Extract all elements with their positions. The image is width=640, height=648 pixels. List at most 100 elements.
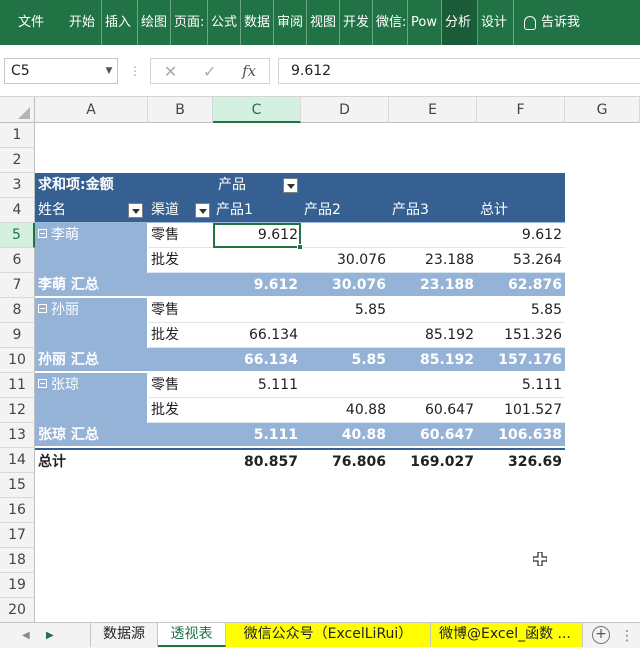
column-header-c[interactable]: C (213, 97, 301, 123)
sheet-tab-pivot[interactable]: 透视表 (158, 623, 226, 647)
row-header[interactable]: 10 (0, 348, 35, 373)
pivot-row-field-channel[interactable]: 渠道 (148, 198, 213, 223)
add-sheet-button[interactable]: + (592, 626, 610, 644)
pivot-subtotal-cell[interactable]: 62.876 (477, 273, 565, 298)
pivot-subtotal-cell[interactable]: 157.176 (477, 348, 565, 373)
pivot-row-total-cell[interactable]: 53.264 (477, 248, 565, 273)
pivot-value-cell[interactable] (301, 373, 389, 398)
row-header[interactable]: 5 (0, 223, 35, 248)
row-header[interactable]: 19 (0, 573, 35, 598)
pivot-grand-total-cell[interactable]: 169.027 (389, 448, 477, 473)
row-header[interactable]: 7 (0, 273, 35, 298)
row-header[interactable]: 9 (0, 323, 35, 348)
filter-dropdown-icon[interactable] (128, 203, 143, 218)
pivot-channel-cell[interactable]: 批发 (148, 323, 213, 348)
pivot-subtotal-cell[interactable]: 30.076 (301, 273, 389, 298)
collapse-icon[interactable] (38, 229, 47, 238)
pivot-row-total-cell[interactable]: 9.612 (477, 223, 565, 248)
tab-power[interactable]: Pow (408, 0, 443, 45)
pivot-subtotal-cell[interactable]: 85.192 (389, 348, 477, 373)
pivot-value-cell[interactable] (301, 223, 389, 248)
pivot-values-label[interactable]: 求和项:金额 (35, 173, 213, 198)
tab-analyze[interactable]: 分析 (442, 0, 479, 45)
column-header-g[interactable]: G (565, 97, 640, 123)
pivot-subtotal-label[interactable]: 李萌 汇总 (35, 273, 213, 298)
tab-review[interactable]: 审阅 (274, 0, 308, 45)
fill-handle[interactable] (297, 244, 303, 250)
pivot-value-cell[interactable] (213, 298, 301, 323)
pivot-grand-total-cell[interactable]: 76.806 (301, 448, 389, 473)
pivot-subtotal-cell[interactable]: 60.647 (389, 423, 477, 448)
collapse-icon[interactable] (38, 304, 47, 313)
column-header-b[interactable]: B (148, 97, 213, 123)
sheet-tab-data-source[interactable]: 数据源 (90, 623, 158, 647)
pivot-value-cell[interactable] (213, 248, 301, 273)
pivot-value-cell[interactable]: 60.647 (389, 398, 477, 423)
row-header[interactable]: 20 (0, 598, 35, 623)
pivot-value-cell[interactable]: 23.188 (389, 248, 477, 273)
sheet-tab-weibo[interactable]: 微博@Excel_函数 ... (431, 623, 583, 647)
pivot-value-cell[interactable] (213, 398, 301, 423)
pivot-row-total-cell[interactable]: 5.85 (477, 298, 565, 323)
pivot-channel-cell[interactable]: 批发 (148, 398, 213, 423)
row-header[interactable]: 13 (0, 423, 35, 448)
more-options-icon[interactable]: ⋮ (620, 623, 634, 648)
pivot-subtotal-cell[interactable]: 9.612 (213, 273, 301, 298)
pivot-value-cell[interactable] (389, 373, 477, 398)
pivot-product-header[interactable]: 产品3 (389, 198, 477, 223)
pivot-value-cell[interactable]: 66.134 (213, 323, 301, 348)
pivot-grand-total-cell[interactable]: 326.69 (477, 448, 565, 473)
row-header[interactable]: 6 (0, 248, 35, 273)
pivot-row-field-name[interactable]: 姓名 (35, 198, 148, 223)
column-header-f[interactable]: F (477, 97, 565, 123)
pivot-product-header[interactable]: 产品2 (301, 198, 389, 223)
pivot-total-header[interactable]: 总计 (477, 198, 565, 223)
formula-input[interactable]: 9.612 (278, 58, 640, 84)
select-all-button[interactable] (0, 97, 35, 123)
row-header[interactable]: 15 (0, 473, 35, 498)
row-header[interactable]: 12 (0, 398, 35, 423)
pivot-value-cell[interactable]: 85.192 (389, 323, 477, 348)
pivot-subtotal-cell[interactable]: 106.638 (477, 423, 565, 448)
tab-page-layout[interactable]: 页面: (171, 0, 209, 45)
row-header[interactable]: 17 (0, 523, 35, 548)
filter-dropdown-icon[interactable] (283, 178, 298, 193)
column-header-a[interactable]: A (35, 97, 148, 123)
row-header[interactable]: 1 (0, 123, 35, 148)
tab-design[interactable]: 设计 (478, 0, 515, 45)
pivot-subtotal-cell[interactable]: 40.88 (301, 423, 389, 448)
tab-data[interactable]: 数据 (241, 0, 275, 45)
pivot-subtotal-cell[interactable]: 66.134 (213, 348, 301, 373)
column-header-d[interactable]: D (301, 97, 389, 123)
row-header[interactable]: 11 (0, 373, 35, 398)
pivot-channel-cell[interactable]: 零售 (148, 298, 213, 323)
row-header[interactable]: 8 (0, 298, 35, 323)
insert-function-icon[interactable]: fx (242, 62, 256, 80)
tab-insert[interactable]: 插入 (102, 0, 139, 45)
pivot-subtotal-label[interactable]: 孙丽 汇总 (35, 348, 213, 373)
enter-icon[interactable]: ✓ (203, 62, 216, 81)
tab-wechat[interactable]: 微信: (373, 0, 409, 45)
pivot-product-header[interactable]: 产品1 (213, 198, 301, 223)
pivot-subtotal-cell[interactable]: 23.188 (389, 273, 477, 298)
pivot-row-total-cell[interactable]: 5.111 (477, 373, 565, 398)
chevron-down-icon[interactable]: ▼ (101, 58, 117, 84)
pivot-grand-total-cell[interactable]: 80.857 (213, 448, 301, 473)
tab-file[interactable]: 文件 (0, 0, 66, 45)
pivot-value-cell[interactable] (389, 298, 477, 323)
drag-handle-icon[interactable]: ⋮ (129, 63, 141, 79)
pivot-value-cell[interactable]: 30.076 (301, 248, 389, 273)
pivot-value-cell[interactable] (389, 223, 477, 248)
pivot-value-cell[interactable]: 9.612 (213, 223, 301, 248)
row-header[interactable]: 18 (0, 548, 35, 573)
pivot-channel-cell[interactable]: 零售 (148, 223, 213, 248)
pivot-row-total-cell[interactable]: 101.527 (477, 398, 565, 423)
tab-home[interactable]: 开始 (66, 0, 103, 45)
pivot-channel-cell[interactable]: 零售 (148, 373, 213, 398)
scroll-left-icon[interactable]: ◀ (22, 623, 30, 648)
row-header[interactable]: 2 (0, 148, 35, 173)
tell-me-search[interactable]: 告诉我 (514, 0, 583, 45)
pivot-subtotal-label[interactable]: 张琼 汇总 (35, 423, 213, 448)
tab-view[interactable]: 视图 (307, 0, 341, 45)
collapse-icon[interactable] (38, 379, 47, 388)
